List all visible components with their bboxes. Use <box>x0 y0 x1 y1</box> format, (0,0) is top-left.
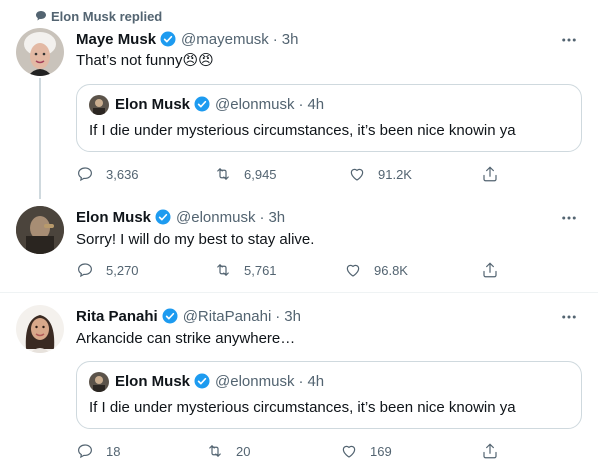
quoted-display-name: Elon Musk <box>115 95 191 113</box>
retweet-icon <box>209 445 221 457</box>
tweet-actions: 18 20 169 <box>76 442 497 461</box>
like-count: 96.8K <box>374 262 408 278</box>
retweet-button[interactable]: 6,945 <box>214 165 277 183</box>
verified-badge-icon <box>162 308 178 324</box>
reply-icon <box>78 167 92 182</box>
verified-badge-icon <box>155 209 171 225</box>
reply-icon <box>78 444 92 459</box>
retweet-button[interactable]: 20 <box>206 442 250 460</box>
share-button[interactable] <box>481 165 511 183</box>
separator-dot: · <box>259 208 265 226</box>
handle[interactable]: @elonmusk <box>176 209 255 226</box>
more-options-icon[interactable] <box>560 308 578 326</box>
avatar[interactable] <box>16 28 64 76</box>
timestamp[interactable]: 3h <box>282 31 299 48</box>
share-icon <box>483 166 497 182</box>
retweet-button[interactable]: 5,761 <box>214 261 277 279</box>
separator-dot: · <box>298 372 304 390</box>
quoted-avatar <box>89 372 109 392</box>
quoted-handle: @elonmusk <box>215 95 295 113</box>
like-icon <box>346 264 360 277</box>
tweet-rita-panahi[interactable]: Rita Panahi @RitaPanahi · 3h Arkancide c… <box>0 293 598 461</box>
tweet-text: Sorry! I will do my best to stay alive. <box>76 231 315 248</box>
quoted-timestamp: 4h <box>307 95 325 113</box>
reply-button[interactable]: 5,270 <box>76 261 139 279</box>
handle[interactable]: @mayemusk <box>181 31 269 48</box>
quoted-timestamp: 4h <box>307 372 325 390</box>
handle[interactable]: @RitaPanahi <box>183 308 272 325</box>
share-icon <box>483 262 497 278</box>
reply-count: 3,636 <box>106 166 139 182</box>
separator-dot: · <box>272 30 278 48</box>
retweet-count: 6,945 <box>244 166 277 182</box>
tweet-elon-musk[interactable]: Elon Musk @elonmusk · 3h Sorry! I will d… <box>0 196 598 291</box>
avatar[interactable] <box>16 206 64 254</box>
quoted-display-name: Elon Musk <box>115 372 191 390</box>
display-name[interactable]: Elon Musk <box>76 209 151 226</box>
quoted-avatar <box>89 95 109 115</box>
quoted-tweet-text: If I die under mysterious circumstances,… <box>89 122 516 139</box>
retweet-count: 20 <box>236 443 251 459</box>
timestamp[interactable]: 3h <box>284 308 301 325</box>
like-button[interactable]: 169 <box>340 442 392 460</box>
reply-count: 5,270 <box>106 262 139 278</box>
reply-count: 18 <box>106 443 121 459</box>
retweet-count: 5,761 <box>244 262 277 278</box>
verified-badge-icon <box>194 96 210 112</box>
quoted-tweet[interactable]: Elon Musk @elonmusk · 4h If I die under … <box>76 84 582 152</box>
quoted-tweet[interactable]: Elon Musk @elonmusk · 4h If I die under … <box>76 361 582 429</box>
retweet-icon <box>217 168 229 180</box>
separator-dot: · <box>298 95 304 113</box>
reply-icon <box>78 263 92 278</box>
avatar[interactable] <box>16 305 64 353</box>
quoted-handle: @elonmusk <box>215 372 295 390</box>
like-count: 169 <box>370 443 392 459</box>
timestamp[interactable]: 3h <box>268 209 285 226</box>
share-button[interactable] <box>481 442 511 460</box>
tweet-text: Arkancide can strike anywhere… <box>76 330 296 347</box>
verified-badge-icon <box>194 373 210 389</box>
like-icon <box>342 445 356 458</box>
more-options-icon[interactable] <box>560 209 578 227</box>
more-options-icon[interactable] <box>560 31 578 49</box>
share-button[interactable] <box>481 261 511 279</box>
separator-dot: · <box>275 307 281 325</box>
tweet-actions: 3,636 6,945 91.2K <box>76 165 497 185</box>
like-button[interactable]: 96.8K <box>344 261 408 279</box>
like-icon <box>350 168 364 181</box>
share-icon <box>483 443 497 459</box>
like-button[interactable]: 91.2K <box>348 165 412 183</box>
tweet-text: That’s not funny😠😠 <box>76 52 214 69</box>
display-name[interactable]: Rita Panahi <box>76 308 158 325</box>
like-count: 91.2K <box>378 166 412 182</box>
reply-button[interactable]: 3,636 <box>76 165 139 183</box>
tweet-maye-musk[interactable]: Maye Musk @mayemusk · 3h That’s not funn… <box>0 0 598 196</box>
verified-badge-icon <box>160 31 176 47</box>
reply-button[interactable]: 18 <box>76 442 120 460</box>
tweet-actions: 5,270 5,761 96.8K <box>76 261 497 281</box>
quoted-tweet-text: If I die under mysterious circumstances,… <box>89 399 516 416</box>
retweet-icon <box>217 264 229 276</box>
display-name[interactable]: Maye Musk <box>76 31 156 48</box>
